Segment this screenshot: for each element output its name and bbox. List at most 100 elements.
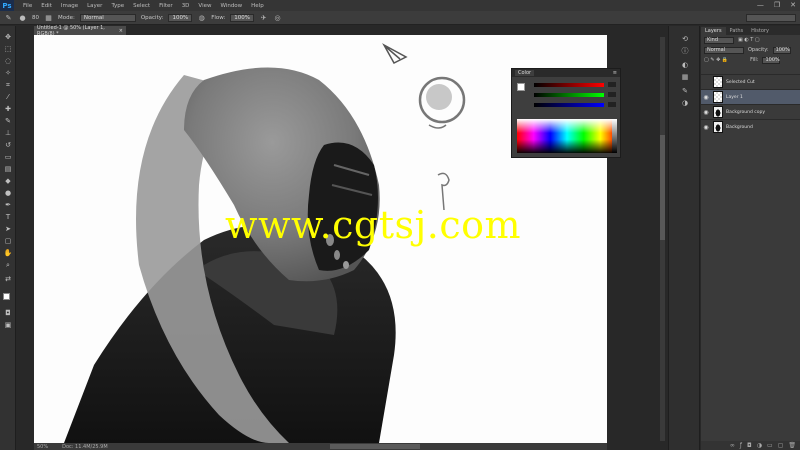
tab-layers[interactable]: Layers [701, 27, 726, 35]
brush-tool-icon[interactable]: ✎ [3, 116, 13, 126]
mode-dropdown[interactable]: Normal [79, 13, 136, 22]
marquee-tool-icon[interactable]: ⬚ [3, 44, 13, 54]
swatches-icon[interactable]: ▦ [680, 72, 690, 81]
clone-stamp-tool-icon[interactable]: ⊥ [3, 128, 13, 138]
minimize-button[interactable]: — [757, 1, 764, 9]
adjustments-icon[interactable]: ◑ [680, 98, 690, 107]
delete-layer-icon[interactable]: 🗑 [788, 442, 796, 449]
lasso-tool-icon[interactable]: ◌ [3, 56, 13, 66]
close-button[interactable]: ✕ [790, 1, 796, 9]
filter-icons[interactable]: ▣ ◐ T ▢ [738, 37, 760, 43]
add-mask-icon[interactable]: ◘ [747, 442, 752, 449]
eraser-tool-icon[interactable]: ▭ [3, 152, 13, 162]
adjustment-layer-icon[interactable]: ◑ [757, 442, 762, 449]
green-slider[interactable] [534, 92, 616, 97]
fill-field[interactable]: 100% [762, 56, 781, 64]
eye-icon[interactable]: ◉ [701, 124, 711, 131]
menu-bar: Ps File Edit Image Layer Type Select Fil… [0, 0, 800, 11]
move-tool-icon[interactable]: ✥ [3, 32, 13, 42]
type-tool-icon[interactable]: T [3, 212, 13, 222]
history-icon[interactable]: ⟲ [680, 34, 690, 43]
crop-tool-icon[interactable]: ⌗ [3, 80, 13, 90]
menu-type[interactable]: Type [111, 3, 124, 9]
gradient-tool-icon[interactable]: ▤ [3, 164, 13, 174]
color-panel-tab[interactable]: Color [515, 70, 535, 76]
horizontal-scroll-thumb[interactable] [330, 444, 420, 449]
menu-layer[interactable]: Layer [87, 3, 102, 9]
layer-name[interactable]: Background copy [726, 110, 765, 115]
screen-mode-icon[interactable]: ▣ [3, 320, 13, 330]
quick-select-tool-icon[interactable]: ✧ [3, 68, 13, 78]
blue-value[interactable] [608, 102, 616, 107]
shape-tool-icon[interactable]: ▢ [3, 236, 13, 246]
menu-select[interactable]: Select [133, 3, 150, 9]
layer-name[interactable]: Background [726, 125, 753, 130]
blend-mode-dropdown[interactable]: Normal [704, 46, 744, 54]
blur-tool-icon[interactable]: ◆ [3, 176, 13, 186]
layer-opacity-field[interactable]: 100% [772, 46, 791, 54]
red-slider[interactable] [534, 82, 616, 87]
path-select-tool-icon[interactable]: ➤ [3, 224, 13, 234]
airbrush-icon[interactable]: ✈ [259, 13, 268, 22]
pen-tool-icon[interactable]: ✒ [3, 200, 13, 210]
blue-slider[interactable] [534, 102, 616, 107]
vertical-scroll-thumb[interactable] [660, 135, 665, 240]
new-group-icon[interactable]: ▭ [767, 442, 773, 449]
panel-menu-icon[interactable]: ≡ [613, 70, 617, 76]
healing-tool-icon[interactable]: ✚ [3, 104, 13, 114]
menu-help[interactable]: Help [251, 3, 264, 9]
eye-icon[interactable]: ◉ [701, 109, 711, 116]
layer-thumbnail [713, 106, 723, 118]
kind-filter-dropdown[interactable]: Kind [704, 36, 734, 44]
layer-row[interactable]: ◉ Background copy [701, 104, 800, 119]
zoom-level[interactable]: 50% [37, 444, 48, 450]
brushes-icon[interactable]: ✎ [680, 86, 690, 95]
brush-size-icon[interactable]: ● [18, 13, 27, 22]
lock-icons[interactable]: ▢ ✎ ✥ 🔒 [704, 57, 728, 63]
pressure-size-icon[interactable]: ◎ [273, 13, 282, 22]
swap-colors-icon[interactable]: ⇄ [3, 274, 13, 284]
menu-edit[interactable]: Edit [41, 3, 52, 9]
spectrum-bw-ramp[interactable] [612, 119, 617, 153]
brush-panel-icon[interactable]: ▦ [44, 13, 53, 22]
layer-row[interactable]: ◉ Layer 1 [701, 89, 800, 104]
eye-icon[interactable]: ◉ [701, 94, 711, 101]
layers-panel: Layers Paths History Kind ▣ ◐ T ▢ Normal… [701, 26, 800, 450]
restore-button[interactable]: ❐ [774, 1, 780, 9]
dodge-tool-icon[interactable]: ● [3, 188, 13, 198]
brush-preset-icon[interactable]: ✎ [4, 13, 13, 22]
menu-view[interactable]: View [198, 3, 211, 9]
green-value[interactable] [608, 92, 616, 97]
menu-image[interactable]: Image [61, 3, 78, 9]
menu-filter[interactable]: Filter [159, 3, 173, 9]
link-layers-icon[interactable]: ∞ [730, 442, 735, 449]
quick-mask-icon[interactable]: ◘ [3, 308, 13, 318]
zoom-tool-icon[interactable]: ⌕ [3, 260, 13, 270]
menu-3d[interactable]: 3D [182, 3, 190, 9]
close-tab-icon[interactable]: × [119, 28, 123, 34]
workspace-dropdown[interactable] [746, 14, 796, 22]
history-brush-tool-icon[interactable]: ↺ [3, 140, 13, 150]
fill-label: Fill: [750, 57, 759, 63]
eyedropper-tool-icon[interactable]: ⁄ [3, 92, 13, 102]
red-value[interactable] [608, 82, 616, 87]
color-icon[interactable]: ◐ [680, 60, 690, 69]
tab-paths[interactable]: Paths [726, 27, 748, 35]
foreground-color-swatch[interactable] [3, 293, 10, 300]
layer-name[interactable]: Selected Cut [726, 80, 755, 85]
properties-icon[interactable]: ⓘ [680, 46, 690, 55]
hand-tool-icon[interactable]: ✋ [3, 248, 13, 258]
tab-history[interactable]: History [747, 27, 773, 35]
fx-icon[interactable]: ƒ [740, 442, 742, 449]
opacity-field[interactable]: 100% [168, 13, 193, 22]
flow-field[interactable]: 100% [230, 13, 255, 22]
layer-row[interactable]: ◉ Background [701, 119, 800, 134]
menu-file[interactable]: File [23, 3, 32, 9]
new-layer-icon[interactable]: ▢ [778, 442, 784, 449]
layer-row[interactable]: Selected Cut [701, 74, 800, 89]
document-tab[interactable]: Untitled-1 @ 50% (Layer 1, RGB/8) * × [34, 25, 126, 37]
pressure-opacity-icon[interactable]: ◍ [197, 13, 206, 22]
layer-name[interactable]: Layer 1 [726, 95, 743, 100]
menu-window[interactable]: Window [220, 3, 242, 9]
color-fg-swatch[interactable] [517, 83, 525, 91]
